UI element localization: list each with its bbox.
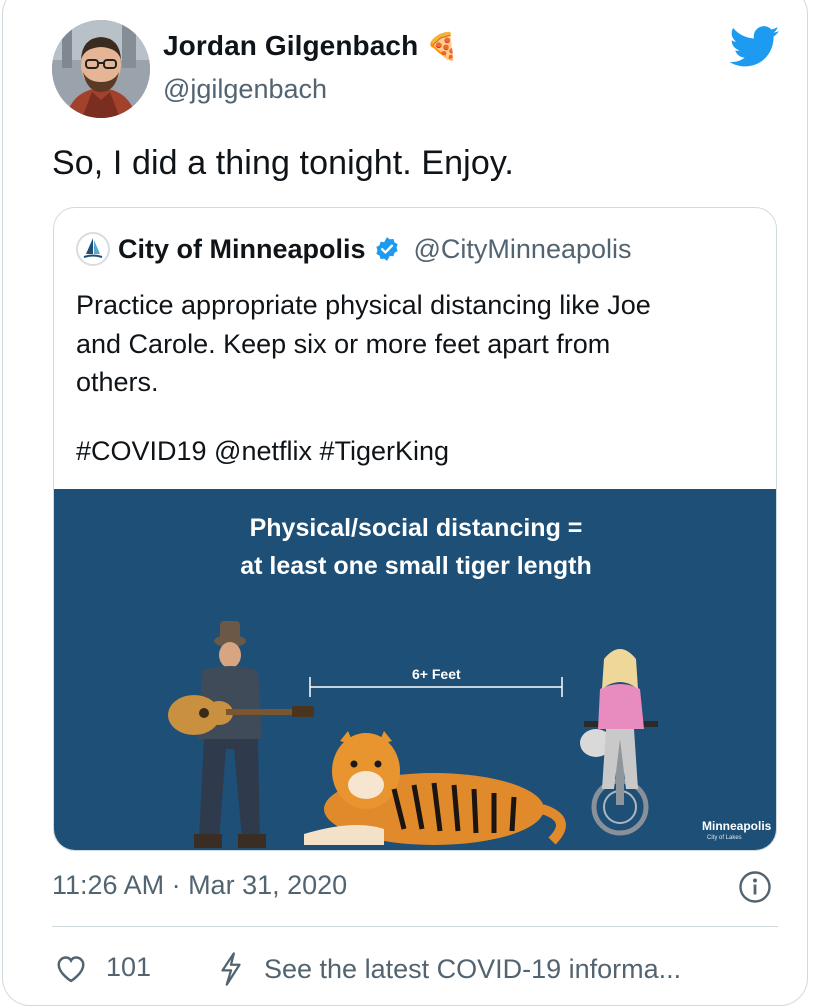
covid-info-link[interactable]: See the latest COVID-19 informa...: [218, 952, 681, 986]
quoted-tweet[interactable]: City of Minneapolis @CityMinneapolis Pra…: [53, 207, 777, 851]
quoted-tweet-header: City of Minneapolis @CityMinneapolis: [76, 232, 632, 266]
covid-info-text[interactable]: See the latest COVID-19 informa...: [264, 954, 681, 985]
verified-badge-icon: [375, 237, 398, 261]
pizza-emoji: 🍕: [426, 30, 459, 61]
minneapolis-logo-text: Minneapolis: [702, 819, 772, 833]
lightning-icon: [221, 952, 241, 986]
tweet-text: So, I did a thing tonight. Enjoy.: [52, 144, 514, 182]
author-name-row[interactable]: Jordan Gilgenbach 🍕: [163, 30, 459, 62]
twitter-bird-icon[interactable]: [730, 26, 780, 68]
man-with-guitar-figure: [168, 621, 314, 848]
info-icon[interactable]: [738, 870, 772, 904]
divider: [52, 926, 778, 927]
city-logo-icon: [76, 232, 110, 266]
quoted-author-handle: @CityMinneapolis: [413, 233, 632, 264]
minneapolis-logo-subtext: City of Lakes: [707, 835, 742, 841]
distance-label: 6+ Feet: [412, 666, 461, 682]
author-name[interactable]: Jordan Gilgenbach: [163, 30, 418, 62]
author-handle[interactable]: @jgilgenbach: [163, 74, 327, 105]
tiger-figure: [304, 731, 566, 845]
quoted-tweet-hashtags: #COVID19 @netflix #TigerKing: [76, 436, 450, 466]
quoted-tweet-image[interactable]: Physical/social distancing = at least on…: [54, 489, 776, 850]
heart-icon[interactable]: [54, 953, 88, 983]
quoted-author-name: City of Minneapolis: [118, 233, 366, 264]
like-button[interactable]: 101: [54, 952, 151, 983]
quoted-tweet-text: Practice appropriate physical distancing…: [76, 290, 651, 397]
like-count: 101: [106, 952, 152, 982]
tweet-timestamp[interactable]: 11:26 AM · Mar 31, 2020: [52, 870, 347, 901]
author-avatar[interactable]: [52, 20, 150, 118]
woman-on-bicycle-figure: [580, 649, 658, 836]
